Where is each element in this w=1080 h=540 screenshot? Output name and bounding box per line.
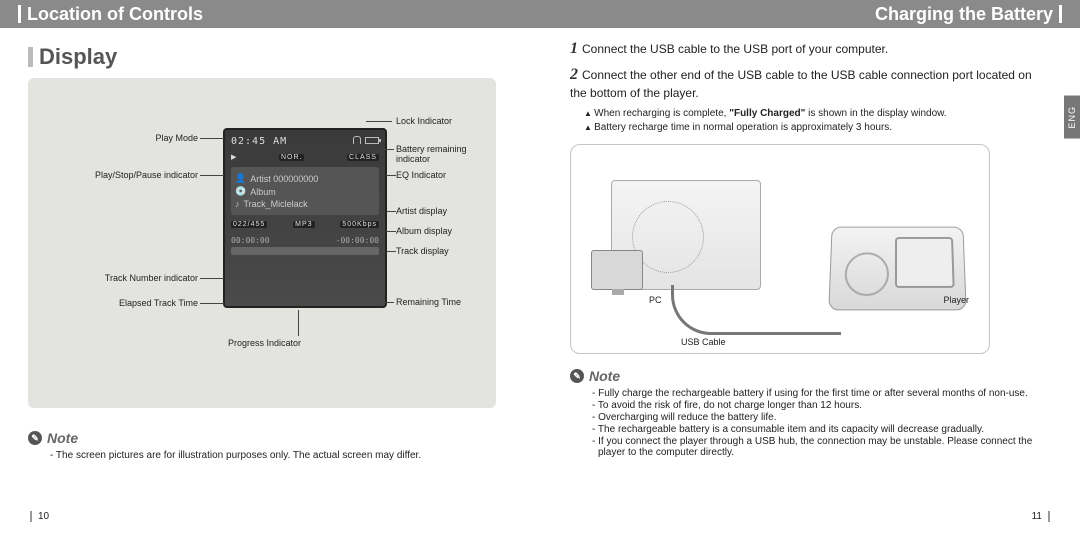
usb-cable-icon: [671, 285, 841, 335]
callout-lock: Lock Indicator: [396, 116, 452, 126]
callout-track: Track display: [396, 246, 449, 256]
step-1-number: 1: [570, 40, 578, 57]
note-text: - The screen pictures are for illustrati…: [50, 450, 518, 461]
lead-line: [200, 175, 224, 176]
callout-play-stop-pause: Play/Stop/Pause indicator: [58, 170, 198, 180]
pencil-icon: ✎: [28, 431, 42, 445]
charging-diagram: PC USB Cable Player: [570, 144, 990, 354]
note-block-left: ✎ Note - The screen pictures are for illu…: [28, 430, 518, 461]
note-item: - Overcharging will reduce the battery l…: [592, 412, 1036, 423]
lead-line: [380, 302, 394, 303]
lead-line: [366, 121, 392, 122]
section-bar-icon: [28, 47, 33, 67]
title-left: Location of Controls: [27, 4, 203, 25]
right-page: 1 Connect the USB cable to the USB port o…: [540, 28, 1080, 528]
track-number: 022/455: [231, 221, 267, 228]
artist-line: Artist 000000000: [250, 174, 318, 184]
lock-icon: [353, 136, 361, 144]
note-item: - To avoid the risk of fire, do not char…: [592, 400, 1036, 411]
progress-bar: [231, 247, 379, 255]
title-right: Charging the Battery: [875, 4, 1053, 25]
callout-remaining: Remaining Time: [396, 297, 461, 307]
display-diagram: 02:45 AM ▶ NOR. CLASS 👤Artist 000000000 …: [28, 78, 496, 408]
label-player: Player: [943, 295, 969, 305]
play-icon: ▶: [231, 153, 236, 161]
section-heading-display: Display: [39, 44, 117, 70]
mp3-tag: MP3: [293, 221, 314, 228]
callout-elapsed: Elapsed Track Time: [78, 298, 198, 308]
lead-line: [386, 251, 396, 252]
lead-line: [200, 278, 224, 279]
note-label: Note: [47, 430, 78, 446]
step-1-text: Connect the USB cable to the USB port of…: [582, 42, 888, 56]
callout-track-number: Track Number indicator: [68, 273, 198, 283]
person-icon: 👤: [235, 173, 246, 184]
lead-line: [386, 211, 396, 212]
divider-icon: [18, 5, 21, 23]
note-label: Note: [589, 368, 620, 384]
track-line: Track_Miclelack: [244, 199, 308, 209]
callout-album: Album display: [396, 226, 452, 236]
callout-eq: EQ Indicator: [396, 170, 446, 180]
bitrate: 500Kbps: [340, 221, 379, 228]
top-bar: Location of Controls Charging the Batter…: [0, 0, 1080, 28]
note-item: - If you connect the player through a US…: [592, 436, 1036, 458]
lead-line: [386, 231, 396, 232]
sub-bullet-1: When recharging is complete, "Fully Char…: [584, 107, 1036, 121]
lead-line: [200, 303, 224, 304]
note-icon: ♪: [235, 199, 240, 209]
page-number-right: 11: [1032, 511, 1050, 522]
callout-battery: Battery remaining indicator: [396, 144, 496, 164]
page-number-left: 10: [30, 511, 49, 522]
callout-play-mode: Play Mode: [88, 133, 198, 143]
callout-artist: Artist display: [396, 206, 447, 216]
note-item: - The rechargeable battery is a consumab…: [592, 424, 1036, 435]
album-line: Album: [250, 187, 276, 197]
note-item: - Fully charge the rechargeable battery …: [592, 388, 1036, 399]
lead-line: [200, 138, 224, 139]
note-block-right: ✎ Note - Fully charge the rechargeable ba…: [570, 368, 1036, 458]
remaining-time: -00:00:00: [336, 236, 379, 245]
monitor-icon: [591, 250, 643, 290]
step-2-number: 2: [570, 66, 578, 83]
lead-line: [380, 149, 394, 150]
elapsed-time: 00:00:00: [231, 236, 270, 245]
battery-icon: [365, 137, 379, 144]
nor-tag: NOR.: [279, 154, 305, 161]
left-page: Display 02:45 AM ▶ NOR. CLASS 👤Artist 00…: [0, 28, 540, 528]
pencil-icon: ✎: [570, 369, 584, 383]
step-2-text: Connect the other end of the USB cable t…: [570, 68, 1032, 101]
label-usb: USB Cable: [681, 337, 726, 347]
label-pc: PC: [649, 295, 662, 305]
device-screen: 02:45 AM ▶ NOR. CLASS 👤Artist 000000000 …: [223, 128, 387, 308]
lead-line: [386, 175, 396, 176]
sub-bullet-2: Battery recharge time in normal operatio…: [584, 121, 1036, 135]
callout-progress: Progress Indicator: [228, 338, 301, 348]
divider-icon: [1059, 5, 1062, 23]
disc-icon: 💿: [235, 186, 246, 197]
lead-line: [298, 310, 299, 336]
eq-tag: CLASS: [347, 154, 379, 161]
